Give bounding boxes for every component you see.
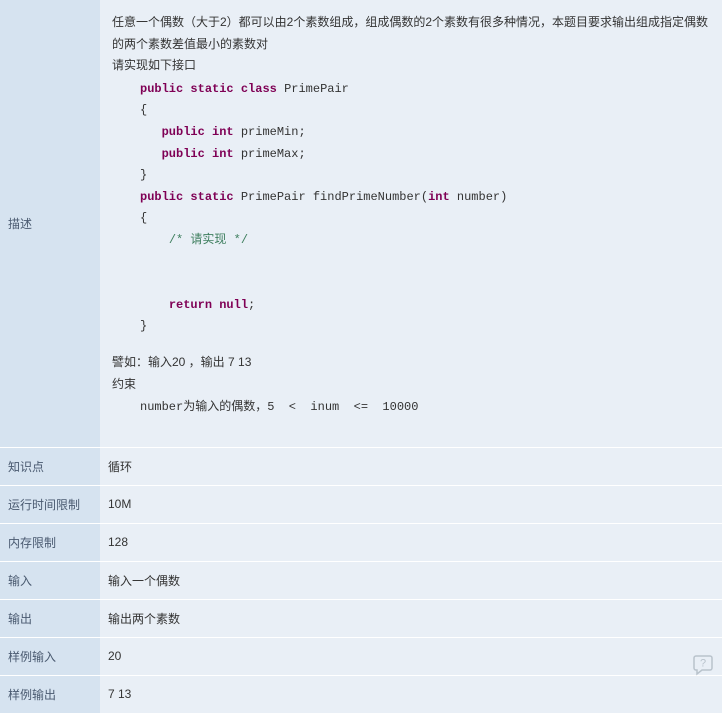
fn-name: findPrimeNumber(: [313, 190, 428, 204]
content-knowledge: 循环: [100, 447, 722, 485]
content-memory: 128: [100, 523, 722, 561]
row-memory: 内存限制 128: [0, 523, 722, 561]
code-interface: public static class PrimePair { public i…: [140, 79, 710, 338]
content-sample-output: 7 13: [100, 675, 722, 713]
content-runtime: 10M: [100, 485, 722, 523]
label-sample-input: 样例输入: [0, 637, 100, 675]
content-description: 任意一个偶数（大于2）都可以由2个素数组成，组成偶数的2个素数有很多种情况，本题…: [100, 0, 722, 447]
label-memory: 内存限制: [0, 523, 100, 561]
kw-static: static: [190, 82, 233, 96]
kw-public: public: [162, 125, 205, 139]
help-bubble-icon[interactable]: ?: [692, 653, 716, 677]
content-sample-input: 20 ?: [100, 637, 722, 675]
kw-int: int: [212, 147, 234, 161]
value-sample-input: 20: [108, 649, 121, 663]
kw-class: class: [241, 82, 277, 96]
row-input: 输入 输入一个偶数: [0, 561, 722, 599]
content-output: 输出两个素数: [100, 599, 722, 637]
desc-constraint-label: 约束: [112, 374, 710, 396]
kw-null: null: [219, 298, 248, 312]
kw-public: public: [162, 147, 205, 161]
semi: ;: [248, 298, 255, 312]
row-description: 描述 任意一个偶数（大于2）都可以由2个素数组成，组成偶数的2个素数有很多种情况…: [0, 0, 722, 447]
kw-return: return: [169, 298, 212, 312]
label-knowledge: 知识点: [0, 447, 100, 485]
label-input: 输入: [0, 561, 100, 599]
row-sample-input: 样例输入 20 ?: [0, 637, 722, 675]
label-output: 输出: [0, 599, 100, 637]
fn-param: number): [450, 190, 508, 204]
desc-line2: 请实现如下接口: [112, 55, 710, 77]
content-input: 输入一个偶数: [100, 561, 722, 599]
brace: }: [140, 319, 147, 333]
kw-public: public: [140, 190, 183, 204]
kw-public: public: [140, 82, 183, 96]
desc-line1: 任意一个偶数（大于2）都可以由2个素数组成，组成偶数的2个素数有很多种情况，本题…: [112, 12, 710, 55]
row-sample-output: 样例输出 7 13: [0, 675, 722, 713]
row-runtime: 运行时间限制 10M: [0, 485, 722, 523]
row-knowledge: 知识点 循环: [0, 447, 722, 485]
label-description: 描述: [0, 0, 100, 447]
kw-static: static: [190, 190, 233, 204]
brace: {: [140, 211, 147, 225]
brace: }: [140, 168, 147, 182]
kw-int: int: [212, 125, 234, 139]
ret-type: PrimePair: [241, 190, 306, 204]
cls-name: PrimePair: [284, 82, 349, 96]
label-runtime: 运行时间限制: [0, 485, 100, 523]
desc-example: 譬如：输入20 ，输出 7 13: [112, 352, 710, 374]
desc-constraint-text: number为输入的偶数，5 < inum <= 10000: [140, 397, 710, 419]
field-min: primeMin;: [241, 125, 306, 139]
row-output: 输出 输出两个素数: [0, 599, 722, 637]
field-max: primeMax;: [241, 147, 306, 161]
label-sample-output: 样例输出: [0, 675, 100, 713]
brace: {: [140, 103, 147, 117]
code-comment: /* 请实现 */: [169, 233, 248, 247]
problem-table: 描述 任意一个偶数（大于2）都可以由2个素数组成，组成偶数的2个素数有很多种情况…: [0, 0, 722, 714]
svg-text:?: ?: [700, 657, 706, 669]
kw-int: int: [428, 190, 450, 204]
